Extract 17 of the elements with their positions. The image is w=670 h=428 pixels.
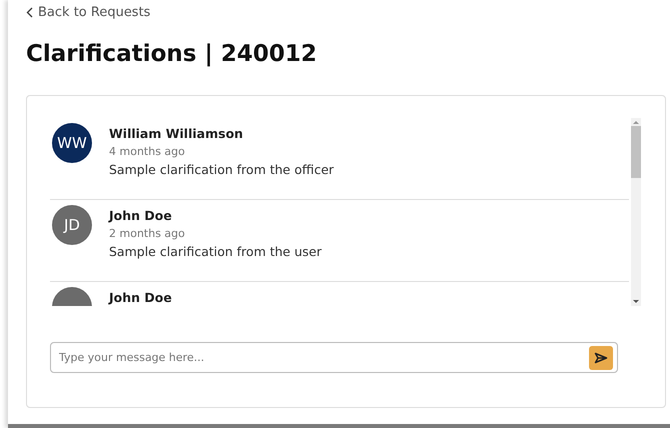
avatar: WW: [52, 123, 92, 163]
author-name: John Doe: [109, 289, 172, 306]
page-title: Clarifications | 240012: [26, 40, 318, 69]
send-button[interactable]: [589, 346, 613, 370]
timestamp: 2 months ago: [109, 226, 186, 242]
message-text: Sample clarification from the officer: [109, 161, 334, 179]
timestamp: 4 months ago: [109, 144, 186, 160]
author-name: John Doe: [109, 207, 173, 225]
author-name: William Williamson: [109, 125, 244, 143]
send-icon: [594, 352, 608, 364]
avatar: JD: [52, 205, 92, 245]
back-link[interactable]: Back to Requests: [26, 5, 150, 20]
scrollbar[interactable]: [631, 118, 641, 306]
message-input-field[interactable]: Type your message here...: [50, 342, 618, 373]
chevron-left-icon: [26, 7, 33, 18]
message-text: Sample clarification from the user: [109, 243, 322, 261]
scroll-down-icon[interactable]: [631, 298, 641, 306]
